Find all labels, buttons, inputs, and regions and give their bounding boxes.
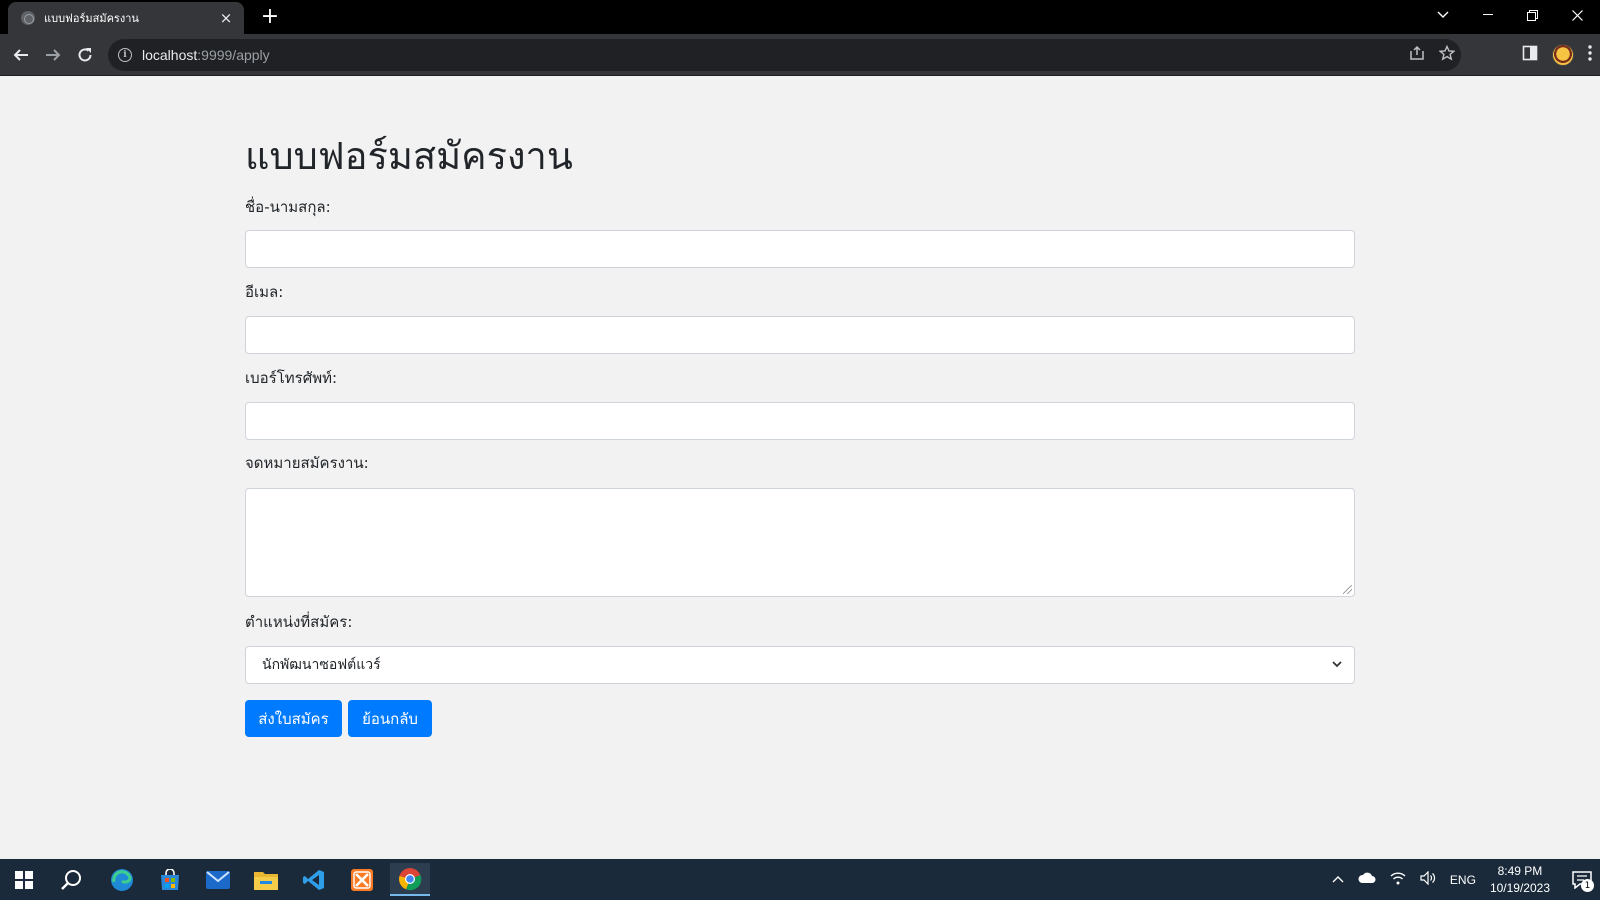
tab-search-icon[interactable] [1420, 0, 1465, 30]
back-icon[interactable] [6, 40, 36, 70]
share-icon[interactable] [1409, 45, 1425, 65]
windows-start-icon[interactable] [4, 863, 44, 896]
reload-icon[interactable] [70, 40, 100, 70]
email-input[interactable] [245, 316, 1355, 354]
window-controls [1420, 0, 1600, 30]
position-label: ตำแหน่งที่สมัคร: [245, 613, 353, 631]
notifications-icon[interactable]: 1 [1564, 859, 1600, 900]
toolbar-actions [1522, 40, 1592, 70]
close-window-icon[interactable] [1555, 0, 1600, 30]
omnibox-actions [1409, 39, 1456, 71]
tab-close-icon[interactable]: × [218, 10, 234, 26]
chrome-icon[interactable] [390, 863, 430, 896]
resize-handle-icon[interactable] [1343, 585, 1352, 594]
store-icon[interactable] [150, 863, 190, 896]
edge-browser-icon[interactable] [102, 863, 142, 896]
email-label: อีเมล: [245, 283, 284, 301]
side-panel-icon[interactable] [1522, 45, 1538, 65]
minimize-icon[interactable] [1465, 0, 1510, 30]
more-menu-icon[interactable] [1588, 45, 1592, 65]
name-label: ชื่อ-นามสกุล: [245, 198, 331, 216]
wifi-icon[interactable] [1390, 871, 1406, 889]
back-button[interactable]: ย้อนกลับ [348, 700, 432, 737]
bookmark-star-icon[interactable] [1438, 44, 1456, 65]
clock-time: 8:49 PM [1497, 863, 1543, 878]
phone-input[interactable] [245, 402, 1355, 440]
page-title: แบบฟอร์มสมัครงาน [245, 134, 573, 178]
url-text[interactable]: localhost:9999/apply [142, 47, 270, 63]
onedrive-icon[interactable] [1358, 872, 1376, 888]
restore-icon[interactable] [1510, 0, 1555, 30]
phone-label: เบอร์โทรศัพท์: [245, 369, 338, 387]
xampp-icon[interactable] [342, 863, 382, 896]
input-language[interactable]: ENG [1450, 873, 1476, 887]
cover-letter-textarea[interactable] [245, 488, 1355, 597]
name-input[interactable] [245, 230, 1355, 268]
position-selected-value: นักพัฒนาซอฟต์แวร์ [262, 657, 381, 673]
browser-tab-bar: แบบฟอร์มสมัครงาน × + [0, 0, 1600, 34]
clock[interactable]: 8:49 PM 10/19/2023 [1490, 863, 1550, 897]
browser-tab[interactable]: แบบฟอร์มสมัครงาน × [8, 2, 244, 34]
address-bar[interactable]: i localhost:9999/apply [108, 39, 1461, 71]
page-content: แบบฟอร์มสมัครงาน ชื่อ-นามสกุล: อีเมล: เบ… [0, 77, 1600, 859]
new-tab-button[interactable]: + [258, 4, 282, 30]
clock-date: 10/19/2023 [1489, 880, 1550, 895]
vscode-icon[interactable] [294, 863, 334, 896]
file-explorer-icon[interactable] [246, 863, 286, 896]
system-tray: ENG 8:49 PM 10/19/2023 1 [1332, 859, 1600, 900]
cover-letter-label: จดหมายสมัครงาน: [245, 454, 369, 472]
chevron-down-icon [1332, 657, 1342, 671]
tab-title: แบบฟอร์มสมัครงาน [44, 12, 139, 25]
globe-icon [21, 11, 35, 25]
volume-icon[interactable] [1420, 870, 1436, 889]
forward-icon[interactable] [38, 40, 68, 70]
mail-icon[interactable] [198, 863, 238, 896]
submit-button[interactable]: ส่งใบสมัคร [245, 700, 342, 737]
search-icon[interactable] [52, 863, 92, 896]
profile-avatar[interactable] [1552, 44, 1574, 66]
notification-count-badge: 1 [1581, 879, 1594, 892]
site-info-icon[interactable]: i [118, 48, 132, 62]
position-select[interactable]: นักพัฒนาซอฟต์แวร์ [245, 646, 1355, 684]
taskbar: ENG 8:49 PM 10/19/2023 1 [0, 859, 1600, 900]
show-hidden-icons-icon[interactable] [1332, 872, 1344, 887]
browser-toolbar: i localhost:9999/apply [0, 34, 1600, 76]
